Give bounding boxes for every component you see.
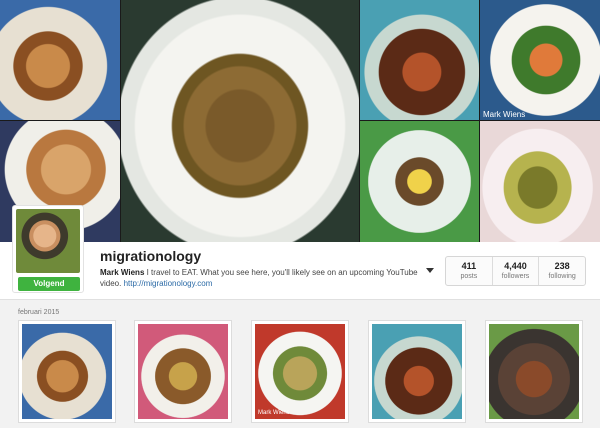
profile-stats: 411 posts 4,440 followers 238 following — [445, 256, 586, 286]
stat-value: 238 — [554, 261, 570, 271]
post-photo — [255, 324, 345, 419]
options-dropdown-icon[interactable] — [426, 268, 434, 273]
follow-button[interactable]: Volgend — [18, 277, 80, 291]
header-photo[interactable] — [360, 0, 479, 120]
header-photo[interactable] — [360, 121, 479, 242]
stat-value: 4,440 — [504, 261, 527, 271]
post-photo — [372, 324, 462, 419]
stat-followers[interactable]: 4,440 followers — [493, 257, 540, 285]
avatar-card: Volgend — [12, 205, 84, 293]
post-thumbnail[interactable] — [251, 320, 349, 423]
post-photo — [138, 324, 228, 419]
header-photo[interactable] — [480, 121, 600, 242]
profile-bio: Mark Wiens I travel to EAT. What you see… — [100, 267, 418, 289]
photo-watermark: Mark Wiens — [258, 410, 290, 416]
header-photo-mosaic — [0, 0, 600, 242]
post-thumbnail[interactable] — [134, 320, 232, 423]
post-photo — [22, 324, 112, 419]
post-thumbnail[interactable] — [368, 320, 466, 423]
stat-label: following — [548, 273, 576, 280]
avatar[interactable] — [16, 209, 80, 273]
stat-value: 411 — [461, 261, 477, 271]
post-thumbnail[interactable] — [485, 320, 583, 423]
stat-label: followers — [501, 273, 530, 280]
post-photo — [489, 324, 579, 419]
profile-page: Mark Wiens Volgend migrationology Mark W… — [0, 0, 600, 428]
bio-link[interactable]: http://migrationology.com — [124, 279, 213, 288]
post-thumbnail[interactable] — [18, 320, 116, 423]
header-photo-featured[interactable] — [121, 0, 359, 242]
profile-username: migrationology — [100, 248, 202, 264]
stat-posts[interactable]: 411 posts — [446, 257, 493, 285]
header-photo[interactable] — [480, 0, 600, 120]
bio-name: Mark Wiens — [100, 268, 145, 277]
header-photo[interactable] — [0, 0, 120, 120]
stat-label: posts — [460, 273, 478, 280]
stat-following[interactable]: 238 following — [539, 257, 585, 285]
section-date-label: februari 2015 — [18, 309, 60, 316]
photo-watermark: Mark Wiens — [483, 110, 526, 119]
